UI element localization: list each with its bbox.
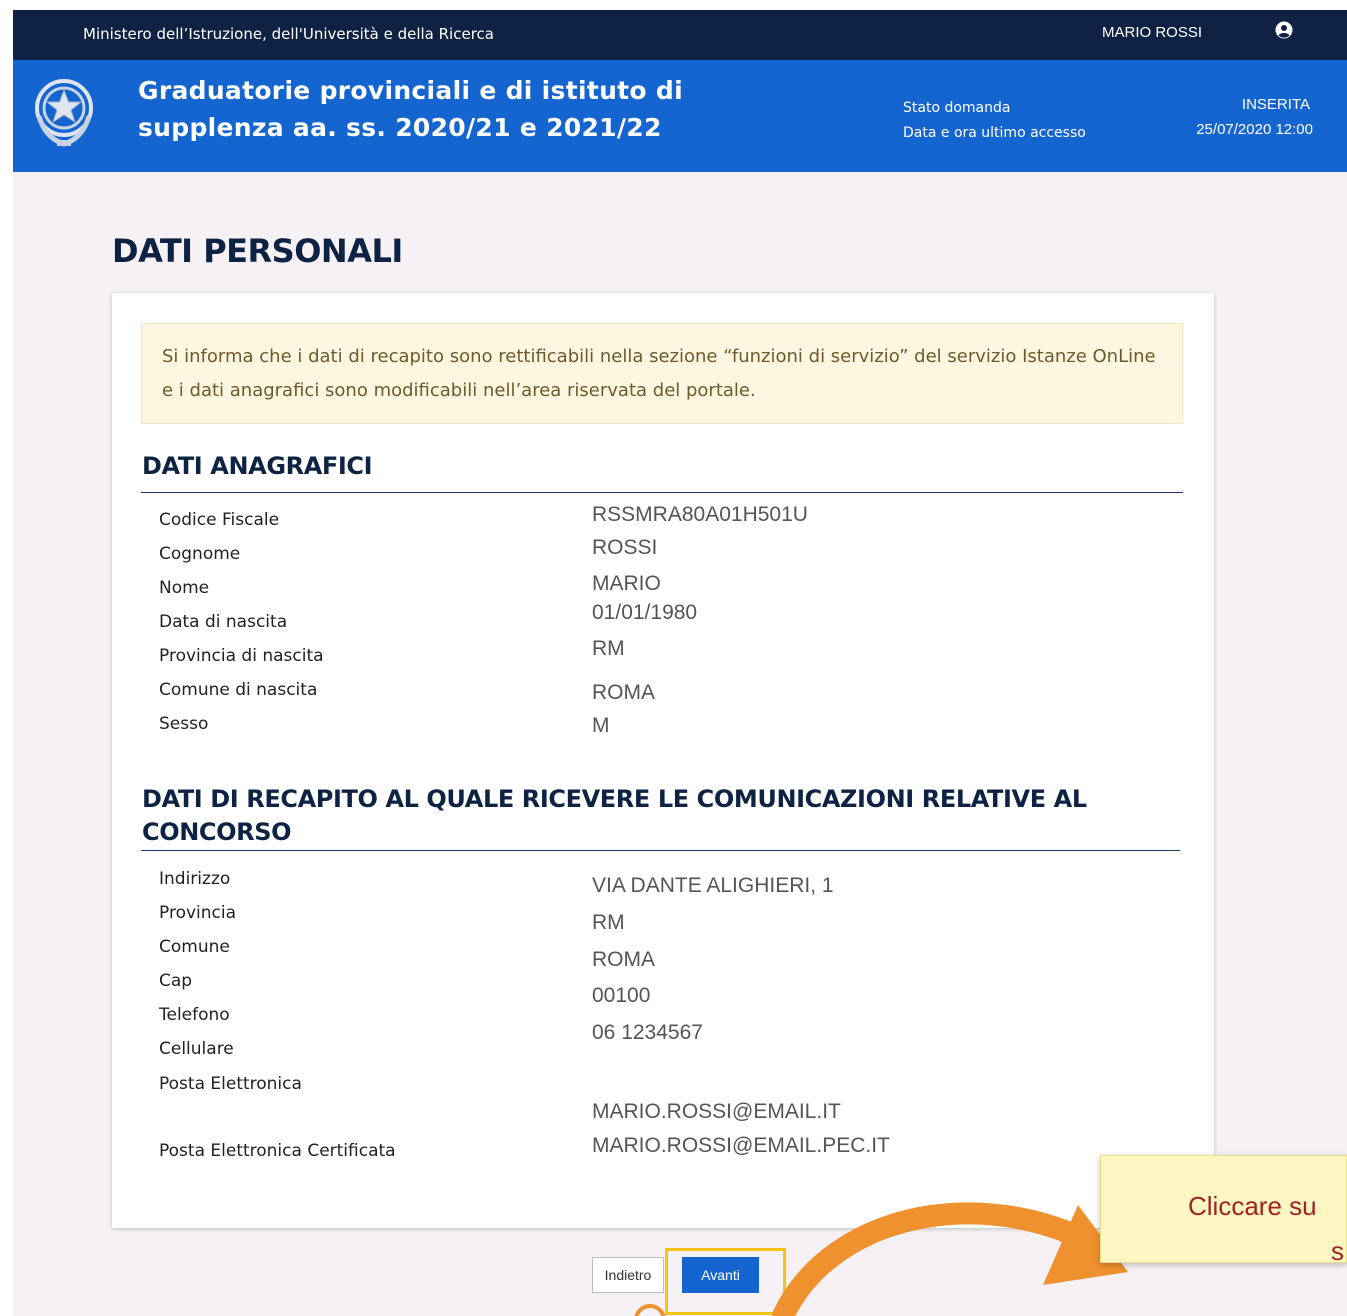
tooltip-line-1: Cliccare su [1188, 1191, 1317, 1221]
field-label: Data di nascita [159, 612, 288, 632]
field-row-cognome: Cognome ROSSI [112, 536, 1212, 574]
field-label: Sesso [159, 714, 209, 734]
field-row-comune-nascita: Comune di nascita ROMA [112, 680, 1212, 710]
section-title-recapito: DATI DI RECAPITO AL QUALE RICEVERE LE CO… [142, 785, 1087, 846]
field-label: Provincia [159, 903, 237, 923]
field-value: RSSMRA80A01H501U [592, 503, 808, 526]
field-label: Codice Fiscale [159, 510, 280, 530]
last-access-label: Data e ora ultimo accesso [903, 125, 1086, 141]
hint-tooltip: Cliccare su s [1100, 1155, 1347, 1263]
field-row-codice-fiscale: Codice Fiscale RSSMRA80A01H501U [112, 503, 1212, 540]
section-divider [141, 492, 1183, 493]
field-value: RM [592, 911, 625, 934]
field-label: Posta Elettronica [159, 1074, 302, 1094]
field-label: Cellulare [159, 1039, 234, 1059]
field-label: Comune di nascita [159, 680, 318, 700]
last-access-value: 25/07/2020 12:00 [1196, 121, 1313, 138]
field-value: ROMA [592, 681, 655, 704]
field-row-sesso: Sesso M [112, 714, 1212, 744]
field-row-provincia-nascita: Provincia di nascita RM [112, 637, 1212, 676]
top-bar: Ministero dell’Istruzione, dell'Universi… [13, 10, 1347, 60]
field-label: Posta Elettronica Certificata [159, 1141, 396, 1161]
field-label: Telefono [159, 1005, 230, 1025]
field-value: MARIO.ROSSI@EMAIL.PEC.IT [592, 1134, 890, 1157]
field-value: VIA DANTE ALIGHIERI, 1 [592, 874, 834, 897]
field-label: Provincia di nascita [159, 646, 324, 666]
app-title: Graduatorie provinciali e di istituto di… [138, 76, 683, 142]
arrow-icon [772, 1202, 1124, 1316]
user-circle-icon[interactable] [1275, 21, 1293, 39]
field-row-provincia: Provincia RM [112, 903, 1212, 934]
status-value: INSERITA [1241, 96, 1310, 113]
field-row-data-nascita: Data di nascita 01/01/1980 [112, 601, 1212, 642]
info-notice: Si informa che i dati di recapito sono r… [141, 323, 1183, 424]
section-title-anagrafici: DATI ANAGRAFICI [142, 452, 373, 480]
field-label: Comune [159, 937, 230, 957]
highlight-box [665, 1248, 786, 1315]
field-value: ROMA [592, 948, 655, 971]
cursor-marker-icon [634, 1304, 666, 1316]
field-row-telefono: Telefono 06 1234567 [112, 1005, 1212, 1044]
field-value: ROSSI [592, 536, 658, 559]
field-row-email: Posta Elettronica MARIO.ROSSI@EMAIL.IT [112, 1074, 1212, 1123]
personal-data-card: Si informa che i dati di recapito sono r… [112, 293, 1214, 1228]
app-header: Graduatorie provinciali e di istituto di… [13, 60, 1347, 172]
field-value: MARIO [592, 572, 661, 595]
field-row-cap: Cap 00100 [112, 971, 1212, 1007]
field-label: Cognome [159, 544, 241, 564]
field-row-cellulare: Cellulare [112, 1039, 1212, 1069]
back-button[interactable]: Indietro [592, 1257, 664, 1293]
field-label: Nome [159, 578, 210, 598]
section-divider [141, 850, 1180, 851]
field-row-pec: Posta Elettronica Certificata MARIO.ROSS… [112, 1134, 1212, 1171]
ministry-name: Ministero dell’Istruzione, dell'Universi… [83, 25, 494, 43]
field-value: M [592, 714, 610, 737]
field-value: 01/01/1980 [592, 601, 698, 624]
field-row-indirizzo: Indirizzo VIA DANTE ALIGHIERI, 1 [112, 869, 1212, 899]
user-name[interactable]: MARIO ROSSI [1102, 24, 1202, 41]
field-value: RM [592, 637, 625, 660]
field-label: Cap [159, 971, 193, 991]
field-label: Indirizzo [159, 869, 231, 889]
page: Ministero dell’Istruzione, dell'Universi… [13, 10, 1347, 1316]
field-value: MARIO.ROSSI@EMAIL.IT [592, 1100, 841, 1123]
tooltip-line-2: s [1331, 1236, 1344, 1263]
field-row-comune: Comune ROMA [112, 937, 1212, 971]
page-title: DATI PERSONALI [112, 232, 403, 270]
italian-republic-emblem [35, 79, 93, 147]
status-label: Stato domanda [903, 100, 1011, 116]
